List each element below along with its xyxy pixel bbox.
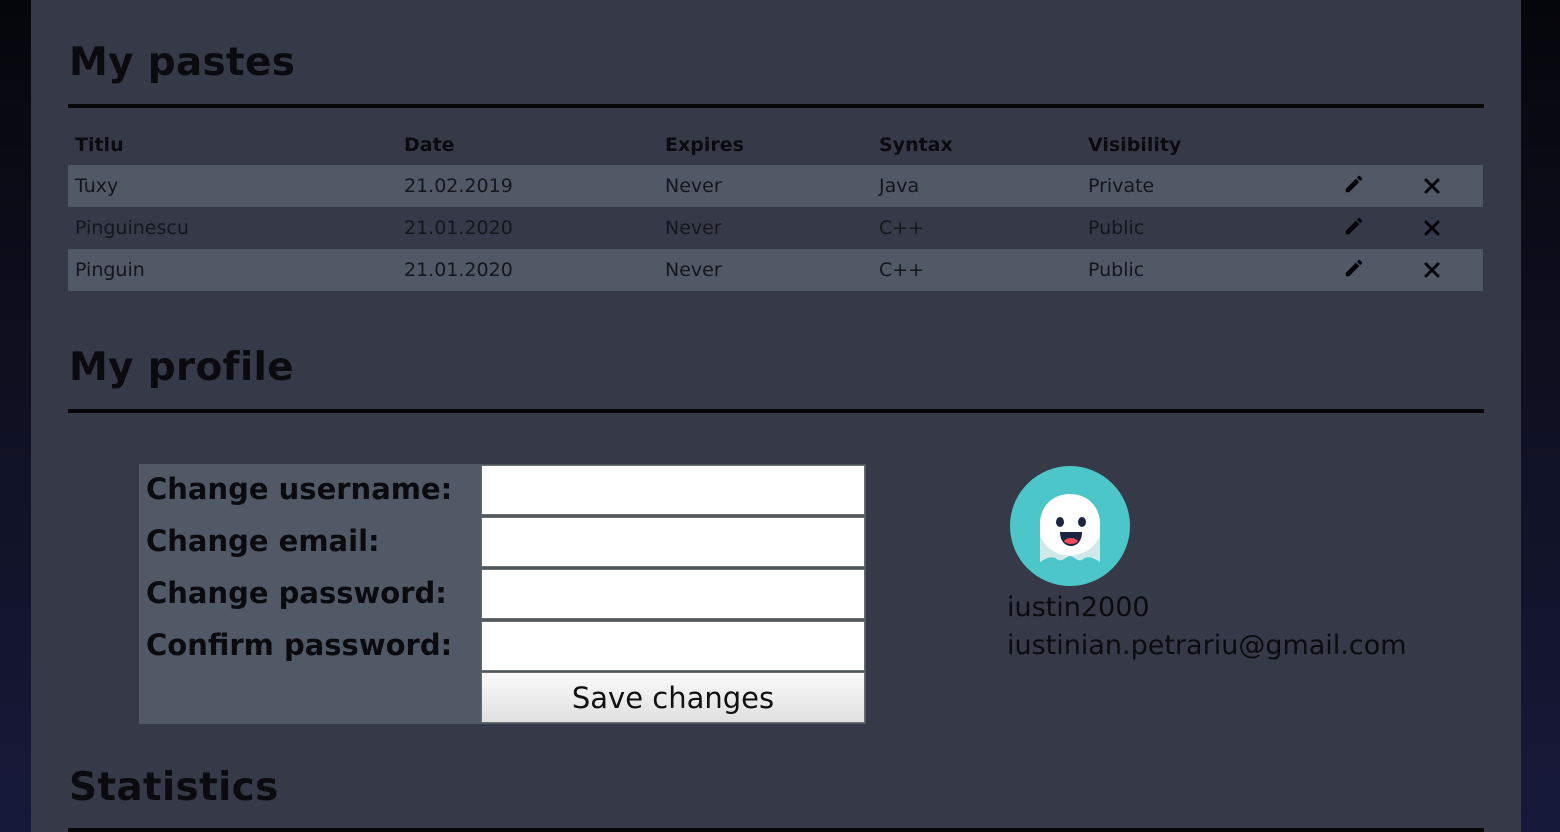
table-row[interactable]: Tuxy 21.02.2019 Never Java Private <box>68 165 1483 207</box>
table-row[interactable]: Pinguin 21.01.2020 Never C++ Public <box>68 249 1483 291</box>
username-label: Change username: <box>146 472 453 506</box>
password-label: Change password: <box>146 576 447 610</box>
profile-form: Change username: Change email: Change pa… <box>139 464 866 724</box>
pastes-section-title: My pastes <box>69 40 296 85</box>
paste-date-cell: 21.01.2020 <box>397 207 658 249</box>
column-header-delete <box>1413 124 1483 165</box>
profile-username: iustin2000 <box>1007 592 1150 623</box>
pastes-table: Titlu Date Expires Syntax Visibility Tux… <box>68 124 1483 291</box>
close-icon[interactable] <box>1420 174 1444 198</box>
pastes-title-divider <box>68 104 1484 108</box>
email-row: Change email: <box>139 516 866 568</box>
paste-visibility-cell: Private <box>1081 165 1335 207</box>
statistics-title-divider <box>68 828 1484 832</box>
column-header-edit <box>1335 124 1413 165</box>
close-icon[interactable] <box>1420 216 1444 240</box>
email-input[interactable] <box>481 517 865 567</box>
paste-expires-cell: Never <box>658 165 872 207</box>
profile-section-title: My profile <box>69 345 294 390</box>
pencil-icon[interactable] <box>1342 172 1366 196</box>
paste-title-cell[interactable]: Pinguin <box>68 249 397 291</box>
column-header-syntax: Syntax <box>879 133 953 156</box>
close-icon[interactable] <box>1420 258 1444 282</box>
confirm-password-row: Confirm password: <box>139 620 866 672</box>
paste-visibility-cell: Public <box>1081 249 1335 291</box>
paste-expires-cell: Never <box>658 249 872 291</box>
profile-title-divider <box>68 409 1484 413</box>
paste-syntax-cell: C++ <box>872 207 1081 249</box>
delete-cell <box>1413 207 1483 249</box>
paste-date-cell: 21.02.2019 <box>397 165 658 207</box>
pencil-icon[interactable] <box>1342 214 1366 238</box>
save-changes-button[interactable]: Save changes <box>481 672 865 723</box>
paste-visibility-cell: Public <box>1081 207 1335 249</box>
password-input[interactable] <box>481 569 865 619</box>
column-header-expires: Expires <box>665 133 744 156</box>
edit-cell <box>1335 165 1413 207</box>
username-row: Change username: <box>139 464 866 516</box>
paste-syntax-cell: Java <box>872 165 1081 207</box>
delete-cell <box>1413 165 1483 207</box>
paste-date-cell: 21.01.2020 <box>397 249 658 291</box>
pencil-icon[interactable] <box>1342 256 1366 280</box>
table-row[interactable]: Pinguinescu 21.01.2020 Never C++ Public <box>68 207 1483 249</box>
email-label: Change email: <box>146 524 380 558</box>
edit-cell <box>1335 249 1413 291</box>
column-header-title: Titlu <box>75 133 124 156</box>
profile-email: iustinian.petrariu@gmail.com <box>1007 630 1407 661</box>
pastes-table-header: Titlu Date Expires Syntax Visibility <box>68 124 1483 165</box>
paste-title-cell[interactable]: Tuxy <box>68 165 397 207</box>
paste-title-cell[interactable]: Pinguinescu <box>68 207 397 249</box>
paste-syntax-cell: C++ <box>872 249 1081 291</box>
password-row: Change password: <box>139 568 866 620</box>
edit-cell <box>1335 207 1413 249</box>
username-input[interactable] <box>481 465 865 515</box>
ghost-avatar-icon <box>1010 466 1130 586</box>
confirm-password-input[interactable] <box>481 621 865 671</box>
paste-expires-cell: Never <box>658 207 872 249</box>
confirm-password-label: Confirm password: <box>146 628 453 662</box>
statistics-section-title: Statistics <box>69 765 279 810</box>
delete-cell <box>1413 249 1483 291</box>
column-header-date: Date <box>404 133 455 156</box>
column-header-visibility: Visibility <box>1088 133 1182 156</box>
